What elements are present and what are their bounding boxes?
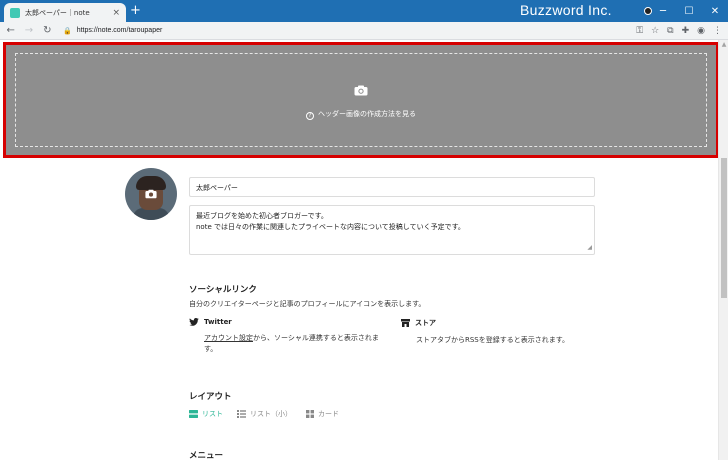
layout-option-card-label: カード [318,410,339,418]
address-bar[interactable]: 🔒 https://note.com/taroupaper [63,24,628,38]
card-grid-icon [306,410,314,418]
url-text[interactable]: https://note.com/taroupaper [77,27,163,34]
layout-option-card[interactable]: カード [306,409,339,419]
header-help-link[interactable]: ? ヘッダー画像の作成方法を見る [6,109,716,120]
close-window-button[interactable]: ✕ [702,0,728,22]
watermark-text: Buzzword Inc. [520,2,612,18]
browser-toolbar: ← → ↻ 🔒 https://note.com/taroupaper ⚿ ☆ … [0,22,728,40]
twitter-icon [189,318,199,326]
name-field[interactable]: 太郎ペーパー [189,177,595,197]
bio-textarea[interactable]: 最近ブログを始めた初心者ブロガーです。 note では日々の作業に関連したプライ… [189,205,595,255]
extension-icon[interactable]: ⧉ [667,26,673,36]
twitter-desc-text-1: から、ソーシャル連携すると表示されま [253,334,379,342]
note-favicon-icon [10,7,20,18]
header-help-text: ヘッダー画像の作成方法を見る [318,110,416,118]
forward-button[interactable]: → [21,25,36,36]
layout-option-list-small-label: リスト（小） [250,410,292,418]
toolbar-actions: ⚿ ☆ ⧉ ✚ ◉ ⋮ [628,26,722,36]
minimize-button[interactable]: ─ [650,0,676,22]
window-controls: ─ ☐ ✕ [650,0,728,22]
browser-titlebar: 太郎ペーパー｜note × + Buzzword Inc. ─ ☐ ✕ [0,0,728,22]
layout-option-list-small[interactable]: リスト（小） [237,409,292,419]
store-desc: ストアタブからRSSを登録すると表示されます。 [416,336,570,344]
twitter-link-block: Twitter アカウント設定から、ソーシャル連携すると表示されます。 [189,318,389,355]
page-scrollbar[interactable]: ▲ [718,40,728,460]
scroll-up-icon[interactable]: ▲ [719,40,728,50]
header-image-area[interactable]: ? ヘッダー画像の作成方法を見る [3,42,719,158]
social-links-title: ソーシャルリンク [189,285,257,295]
bio-line-1: 最近ブログを始めた初心者ブロガーです。 [196,212,328,220]
store-label: ストア [415,319,436,327]
layout-options: リスト リスト（小） カード [189,409,353,419]
account-settings-link[interactable]: アカウント設定 [204,334,253,342]
avatar-camera-icon[interactable] [145,189,157,199]
help-icon: ? [306,112,314,120]
menu-title: メニュー [189,451,224,460]
tab-title: 太郎ペーパー｜note [25,8,90,17]
account-icon[interactable]: ◉ [697,26,705,36]
puzzle-icon[interactable]: ✚ [682,26,690,36]
maximize-button[interactable]: ☐ [676,0,702,22]
new-tab-button[interactable]: + [130,4,141,18]
layout-option-list[interactable]: リスト [189,409,223,419]
layout-title: レイアウト [189,392,232,402]
back-button[interactable]: ← [3,25,18,36]
store-link-block: ストア ストアタブからRSSを登録すると表示されます。 [401,318,601,346]
resize-grip-icon[interactable]: ◢ [587,242,592,253]
bookmark-star-icon[interactable]: ☆ [651,26,659,36]
social-links-desc: 自分のクリエイターページと記事のプロフィールにアイコンを表示します。 [189,300,426,308]
store-icon [401,319,410,327]
tab-close-icon[interactable]: × [112,8,120,18]
twitter-desc: アカウント設定から、ソーシャル連携すると表示されます。 [204,333,389,355]
browser-tab[interactable]: 太郎ペーパー｜note × [4,3,126,22]
list-small-icon [237,410,246,418]
twitter-desc-text-2: す。 [204,345,218,353]
layout-option-list-label: リスト [202,410,223,418]
menu-icon[interactable]: ⋮ [713,26,722,36]
key-icon[interactable]: ⚿ [636,26,643,36]
avatar-hair [136,176,166,190]
avatar[interactable] [125,168,177,220]
twitter-label: Twitter [204,318,232,326]
scroll-thumb[interactable] [721,158,727,298]
list-icon [189,410,198,418]
camera-icon[interactable] [354,85,368,96]
lock-icon: 🔒 [62,26,72,35]
upload-dropzone[interactable] [15,53,707,147]
reload-button[interactable]: ↻ [40,25,55,36]
bio-line-2: note では日々の作業に関連したプライベートな内容について投稿していく予定です… [196,223,465,231]
